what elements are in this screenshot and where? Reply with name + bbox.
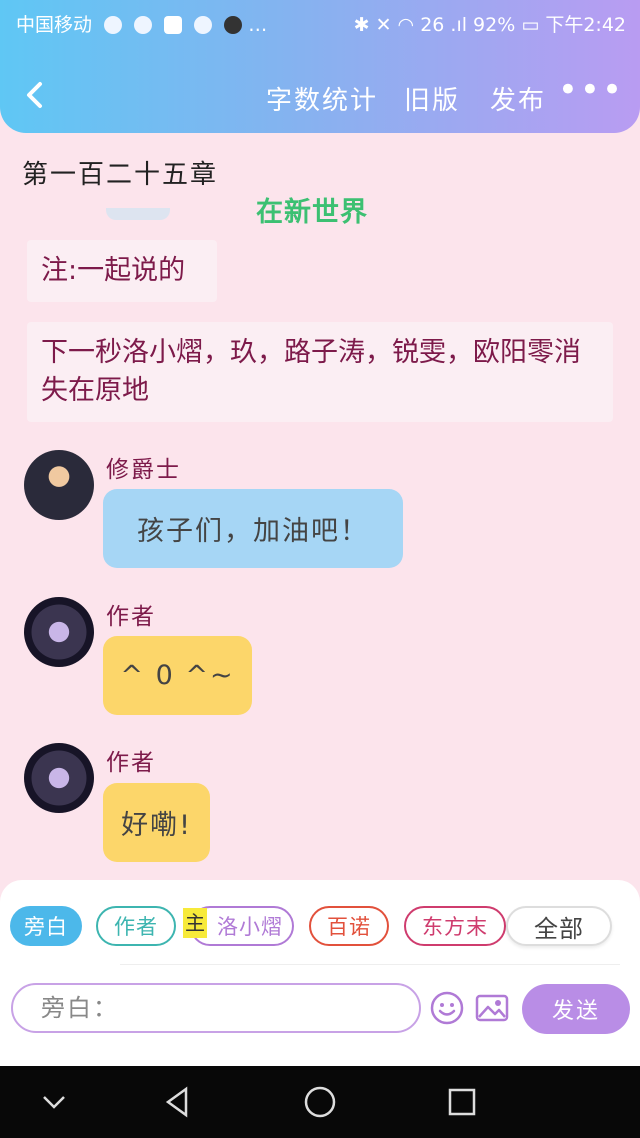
back-button[interactable] xyxy=(20,78,50,112)
message-bubble[interactable]: ^ 0 ^~ xyxy=(103,636,252,715)
status-right: ✱ ✕ ◠ 26 .ıl 92% ▭ 下午2:42 xyxy=(354,10,626,37)
carrier-label: 中国移动 xyxy=(16,14,93,36)
role-chip-narration[interactable]: 旁白 xyxy=(10,906,82,946)
clock: 下午2:42 xyxy=(545,14,626,36)
sender-name: 修爵士 xyxy=(106,457,181,483)
message-bubble[interactable]: 好嘞! xyxy=(103,783,210,862)
signal-battery-text: 26 .ıl 92% xyxy=(420,14,516,36)
role-chip-dongfangmo[interactable]: 东方末 xyxy=(404,906,506,946)
role-chip-all[interactable]: 全部 xyxy=(506,906,612,946)
battery-icon: ▭ xyxy=(521,14,540,36)
qq-icon xyxy=(134,16,153,34)
sender-name: 作者 xyxy=(106,604,156,630)
home-button[interactable] xyxy=(298,1080,342,1124)
status-bar: 中国移动 … ✱ ✕ ◠ 26 .ıl 92% ▭ 下午2:42 xyxy=(0,0,640,44)
avatar-author[interactable] xyxy=(24,597,94,667)
chapter-title: 第一百二十五章 xyxy=(22,160,219,190)
sender-name: 作者 xyxy=(106,750,156,776)
old-version-button[interactable]: 旧版 xyxy=(404,80,460,117)
narration-paragraph[interactable]: 下一秒洛小熠，玖，路子涛，锐雯，欧阳零消失在原地 xyxy=(27,322,613,422)
message-bubble[interactable]: 孩子们，加油吧！ xyxy=(103,489,403,568)
narration-note[interactable]: 注:一起说的 xyxy=(27,240,217,302)
app-header: 中国移动 … ✱ ✕ ◠ 26 .ıl 92% ▭ 下午2:42 字数统计 旧版… xyxy=(0,0,640,133)
protagonist-mark: 主 xyxy=(183,908,207,938)
chevron-left-icon xyxy=(27,82,42,108)
back-system-button[interactable] xyxy=(156,1080,200,1124)
recents-button[interactable] xyxy=(440,1080,484,1124)
youku-icon xyxy=(164,16,183,34)
circle-home-icon xyxy=(304,1086,336,1118)
role-chip-author[interactable]: 作者 xyxy=(96,906,176,946)
more-notifications-icon: … xyxy=(248,14,268,36)
avatar-xiujueshi[interactable] xyxy=(24,450,94,520)
emoji-icon xyxy=(430,991,464,1025)
scroll-indicator xyxy=(106,208,170,220)
emoji-button[interactable] xyxy=(429,990,465,1026)
role-chip-bainuo[interactable]: 百诺 xyxy=(309,906,389,946)
status-left: 中国移动 … xyxy=(16,10,267,37)
wifi-icon: ◠ xyxy=(397,14,415,36)
send-button[interactable]: 发送 xyxy=(522,984,630,1034)
message-input[interactable]: 旁白： xyxy=(11,983,421,1033)
tiktok-icon xyxy=(224,16,243,34)
image-icon xyxy=(475,994,509,1022)
chevron-down-icon xyxy=(43,1096,65,1109)
bluetooth-icon: ✱ xyxy=(353,14,370,36)
triangle-back-icon xyxy=(165,1086,188,1118)
word-count-button[interactable]: 字数统计 xyxy=(266,80,378,117)
system-navigation-bar xyxy=(0,1066,640,1138)
more-menu-button[interactable]: ••• xyxy=(558,70,624,110)
globe-icon xyxy=(104,16,123,34)
mute-icon: ✕ xyxy=(375,14,392,36)
top-nav: 字数统计 旧版 发布 ••• xyxy=(0,68,640,124)
divider xyxy=(120,964,620,965)
hide-keyboard-button[interactable] xyxy=(32,1080,76,1124)
browser-icon xyxy=(194,16,213,34)
watermark-text: 在新世界 xyxy=(256,197,368,228)
image-button[interactable] xyxy=(474,990,510,1026)
square-recents-icon xyxy=(448,1088,476,1116)
publish-button[interactable]: 发布 xyxy=(490,80,546,117)
avatar-author[interactable] xyxy=(24,743,94,813)
